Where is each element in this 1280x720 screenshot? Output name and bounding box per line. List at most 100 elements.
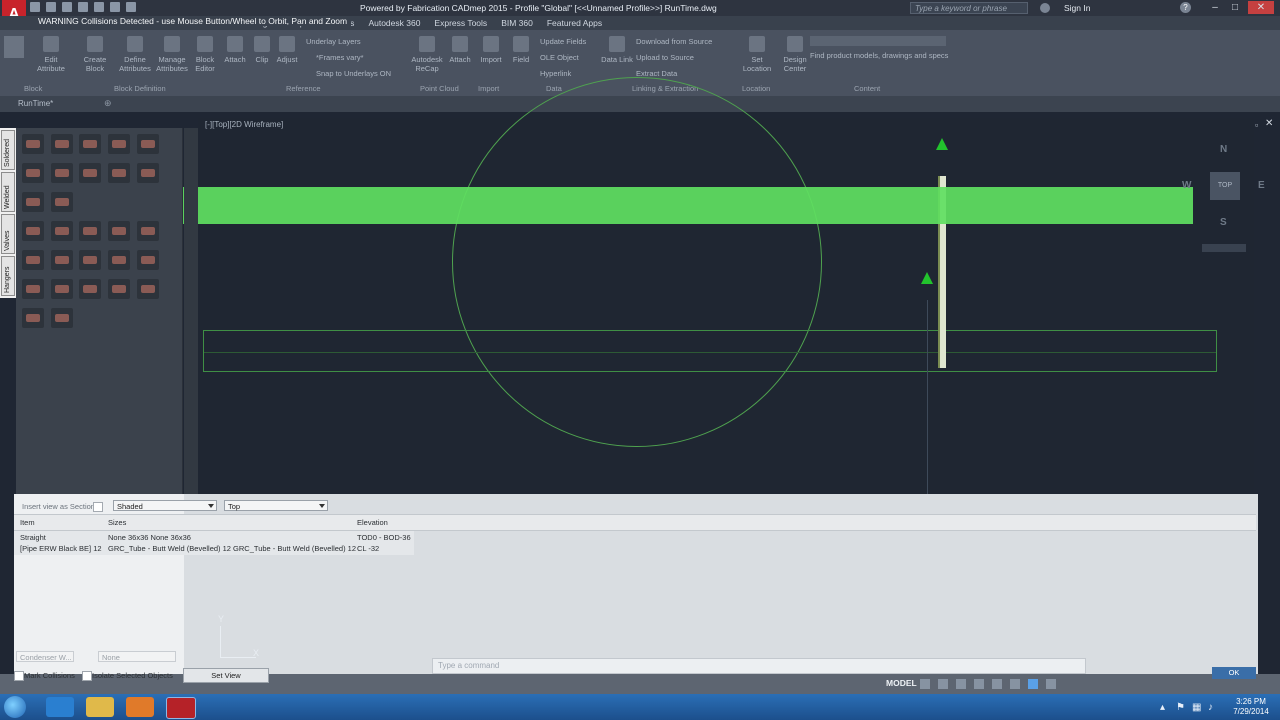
palette-item[interactable] xyxy=(51,308,73,328)
quick-access-toolbar[interactable] xyxy=(30,2,136,12)
file-explorer-icon[interactable] xyxy=(86,697,114,717)
viewport-restore-icon[interactable]: ▫ xyxy=(1255,120,1258,130)
palette-item[interactable] xyxy=(79,134,101,154)
set-location-button[interactable]: Set Location xyxy=(740,36,774,73)
content-search-input[interactable] xyxy=(810,36,946,46)
point-cloud-attach-button[interactable]: Attach xyxy=(443,36,477,64)
view-mode-select[interactable]: Top xyxy=(224,500,328,511)
group-reference[interactable]: Reference xyxy=(286,84,321,93)
edit-attribute-button[interactable]: Edit Attribute xyxy=(34,36,68,73)
palette-item[interactable] xyxy=(137,221,159,241)
service-secondary-select[interactable]: None xyxy=(98,651,176,662)
osnap-icon[interactable] xyxy=(992,679,1002,689)
status-toggles[interactable] xyxy=(920,679,1190,689)
print-icon[interactable] xyxy=(94,2,104,12)
snap-icon[interactable] xyxy=(938,679,948,689)
tray-up-arrow-icon[interactable]: ▴ xyxy=(1160,702,1165,713)
compass-south[interactable]: S xyxy=(1220,217,1227,228)
column-header-elevation[interactable]: Elevation xyxy=(357,518,388,527)
tab-hangers[interactable]: Hangers xyxy=(1,256,15,296)
palette-item[interactable] xyxy=(51,163,73,183)
annotation-scale-icon[interactable] xyxy=(1028,679,1038,689)
palette-item[interactable] xyxy=(51,192,73,212)
palette-item[interactable] xyxy=(22,192,44,212)
underlay-layers-button[interactable]: Underlay Layers xyxy=(306,37,361,46)
palette-item[interactable] xyxy=(108,250,130,270)
binoculars-icon[interactable] xyxy=(1040,3,1050,13)
palette-item[interactable] xyxy=(51,134,73,154)
new-icon[interactable] xyxy=(30,2,40,12)
ortho-icon[interactable] xyxy=(956,679,966,689)
viewport-close-icon[interactable]: ✕ xyxy=(1265,118,1273,129)
palette-toolbar[interactable] xyxy=(184,128,198,498)
block-editor-button[interactable]: Block Editor xyxy=(188,36,222,73)
file-tab-runtime[interactable]: RunTime* xyxy=(18,99,53,108)
saveas-icon[interactable] xyxy=(78,2,88,12)
ribbon-tab[interactable]: BIM 360 xyxy=(501,18,533,28)
help-icon[interactable]: ? xyxy=(1180,2,1191,13)
insert-block-icon[interactable] xyxy=(4,36,24,58)
new-tab-icon[interactable]: ⊕ xyxy=(104,98,112,109)
shade-mode-select[interactable]: Shaded xyxy=(113,500,217,511)
grip-arrow-top-icon[interactable] xyxy=(936,138,948,150)
internet-explorer-icon[interactable] xyxy=(46,697,74,717)
design-center-button[interactable]: Design Center xyxy=(778,36,812,73)
maximize-button[interactable]: □ xyxy=(1226,1,1244,14)
command-line[interactable] xyxy=(432,658,1086,674)
import-button[interactable]: Import xyxy=(474,36,508,64)
mark-collisions-checkbox[interactable] xyxy=(14,671,24,681)
taskbar-clock[interactable]: 3:26 PM 7/29/2014 xyxy=(1229,697,1273,717)
viewport-controls-label[interactable]: [-][Top][2D Wireframe] xyxy=(205,120,283,129)
workspace-gear-icon[interactable] xyxy=(1046,679,1056,689)
palette-item[interactable] xyxy=(22,163,44,183)
palette-item[interactable] xyxy=(108,279,130,299)
palette-item[interactable] xyxy=(22,279,44,299)
viewcube-top-face[interactable]: TOP xyxy=(1210,172,1240,200)
adjust-button[interactable]: Adjust xyxy=(270,36,304,64)
palette-item[interactable] xyxy=(79,221,101,241)
sign-in-button[interactable]: Sign In xyxy=(1064,3,1090,13)
create-block-button[interactable]: Create Block xyxy=(78,36,112,73)
palette-item[interactable] xyxy=(137,250,159,270)
group-block-definition[interactable]: Block Definition xyxy=(114,84,166,93)
update-fields-button[interactable]: Update Fields xyxy=(540,37,586,46)
group-block[interactable]: Block xyxy=(24,84,42,93)
tab-valves[interactable]: Valves xyxy=(1,214,15,254)
download-source-button[interactable]: Download from Source xyxy=(636,37,712,46)
compass-east[interactable]: E xyxy=(1258,180,1265,191)
polar-icon[interactable] xyxy=(974,679,984,689)
compass-west[interactable]: W xyxy=(1182,180,1191,191)
compass-north[interactable]: N xyxy=(1220,144,1227,155)
save-icon[interactable] xyxy=(62,2,72,12)
hyperlink-button[interactable]: Hyperlink xyxy=(540,69,571,78)
undo-icon[interactable] xyxy=(110,2,120,12)
viewcube[interactable]: N TOP E W S xyxy=(1182,144,1265,252)
redo-icon[interactable] xyxy=(126,2,136,12)
palette-item[interactable] xyxy=(108,163,130,183)
ribbon-tab[interactable]: Express Tools xyxy=(434,18,487,28)
insert-view-checkbox[interactable] xyxy=(93,502,103,512)
palette-item[interactable] xyxy=(108,134,130,154)
ole-object-button[interactable]: OLE Object xyxy=(540,53,579,62)
volume-icon[interactable]: ♪ xyxy=(1208,702,1213,713)
flag-icon[interactable]: ⚑ xyxy=(1176,702,1185,713)
define-attributes-button[interactable]: Define Attributes xyxy=(118,36,152,73)
search-input[interactable]: Type a keyword or phrase xyxy=(910,2,1028,14)
palette-item[interactable] xyxy=(51,221,73,241)
palette-item[interactable] xyxy=(22,250,44,270)
ok-button[interactable]: OK xyxy=(1212,667,1256,679)
upload-source-button[interactable]: Upload to Source xyxy=(636,53,694,62)
manage-attributes-button[interactable]: Manage Attributes xyxy=(155,36,189,73)
palette-item[interactable] xyxy=(79,279,101,299)
snap-underlays-dropdown[interactable]: Snap to Underlays ON xyxy=(316,69,391,78)
palette-item[interactable] xyxy=(79,250,101,270)
network-icon[interactable]: ▦ xyxy=(1192,702,1201,713)
frames-vary-dropdown[interactable]: *Frames vary* xyxy=(316,53,364,62)
command-input[interactable]: Type a command xyxy=(438,661,499,670)
palette-item[interactable] xyxy=(22,221,44,241)
tab-soldered[interactable]: Soldered xyxy=(1,130,15,170)
field-button[interactable]: Field xyxy=(504,36,538,64)
column-header-item[interactable]: Item xyxy=(20,518,35,527)
wcs-menu[interactable] xyxy=(1202,244,1246,252)
column-header-sizes[interactable]: Sizes xyxy=(108,518,126,527)
